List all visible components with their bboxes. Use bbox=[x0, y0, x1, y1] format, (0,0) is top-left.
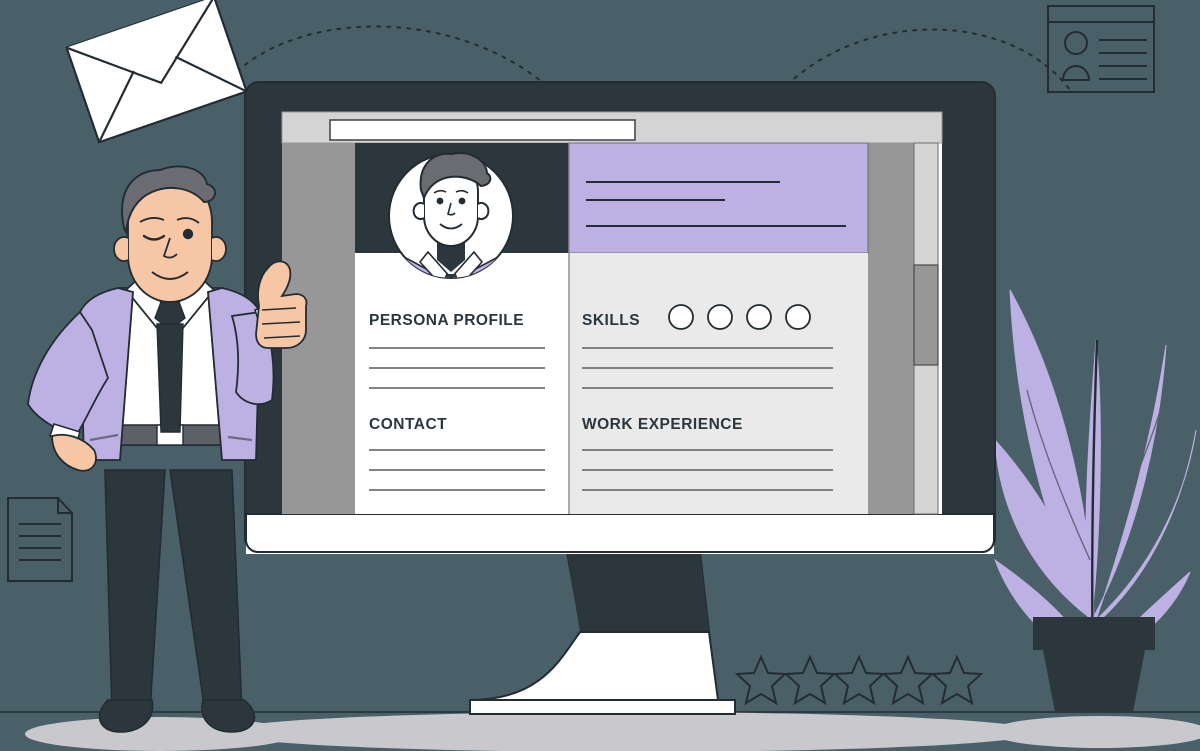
rating-dot[interactable] bbox=[746, 304, 772, 330]
illustration-scene: PERSONA PROFILE CONTACT SKILLS WORK EXPE… bbox=[0, 0, 1200, 751]
avatar-eye-left bbox=[436, 197, 444, 205]
scrollbar-thumb[interactable] bbox=[913, 264, 939, 366]
character-ear-left bbox=[113, 236, 129, 262]
resume-left-column bbox=[355, 253, 569, 514]
monitor-stand-base bbox=[469, 699, 736, 715]
rating-dot[interactable] bbox=[668, 304, 694, 330]
section-heading-persona-profile: PERSONA PROFILE bbox=[369, 312, 524, 329]
character-ear-right bbox=[211, 236, 227, 262]
section-heading-skills: SKILLS bbox=[582, 312, 640, 329]
monitor-shadow bbox=[220, 712, 1040, 751]
character-eye-open bbox=[182, 228, 194, 240]
avatar-eye-right bbox=[458, 197, 466, 205]
section-heading-contact: CONTACT bbox=[369, 416, 447, 433]
monitor-chin-outline bbox=[245, 513, 995, 553]
url-input[interactable] bbox=[329, 119, 636, 141]
monitor-power-button[interactable] bbox=[596, 573, 628, 605]
avatar-ear-right bbox=[477, 202, 490, 220]
rating-dot[interactable] bbox=[785, 304, 811, 330]
character-tie bbox=[156, 323, 184, 433]
plant-shadow bbox=[990, 716, 1200, 748]
resume-document: PERSONA PROFILE CONTACT SKILLS WORK EXPE… bbox=[355, 142, 869, 514]
section-heading-work-experience: WORK EXPERIENCE bbox=[582, 416, 743, 433]
page-right-gutter bbox=[868, 143, 914, 514]
rating-dot[interactable] bbox=[707, 304, 733, 330]
resume-right-column bbox=[569, 253, 868, 514]
monitor-stand-neck-shade bbox=[567, 552, 709, 632]
resume-banner bbox=[568, 142, 869, 254]
avatar-ear-left bbox=[412, 202, 425, 220]
character-shadow bbox=[25, 717, 295, 751]
browser-window[interactable]: PERSONA PROFILE CONTACT SKILLS WORK EXPE… bbox=[281, 111, 943, 515]
